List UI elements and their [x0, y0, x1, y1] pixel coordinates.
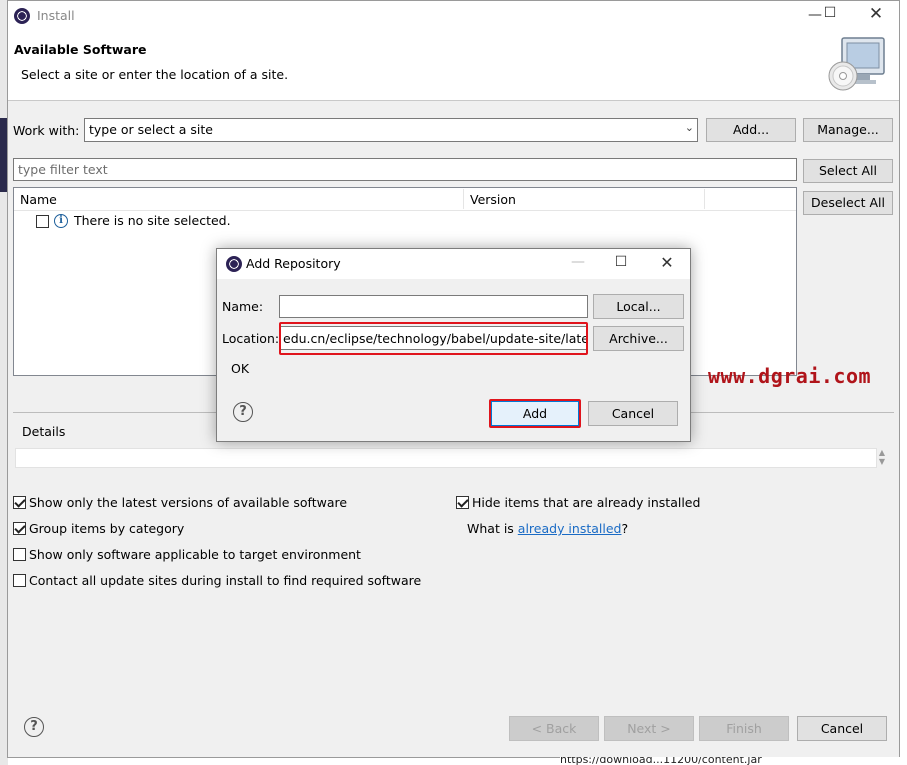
- column-divider[interactable]: [463, 189, 464, 209]
- close-icon[interactable]: ✕: [652, 252, 682, 274]
- filter-input[interactable]: type filter text: [13, 158, 797, 181]
- show-latest-label: Show only the latest versions of availab…: [29, 495, 348, 510]
- add-site-button[interactable]: Add...: [706, 118, 796, 142]
- install-titlebar: [8, 1, 899, 31]
- dialog-title: Add Repository: [246, 256, 341, 271]
- show-applicable-checkbox[interactable]: [13, 548, 26, 561]
- show-applicable-label: Show only software applicable to target …: [29, 547, 361, 562]
- show-latest-checkbox[interactable]: [13, 496, 26, 509]
- close-icon[interactable]: ✕: [861, 3, 891, 25]
- hide-installed-checkbox[interactable]: [456, 496, 469, 509]
- location-highlight: [279, 322, 588, 355]
- cd-monitor-icon: [828, 37, 885, 91]
- column-divider[interactable]: [704, 189, 705, 209]
- manage-sites-button[interactable]: Manage...: [803, 118, 893, 142]
- next-button[interactable]: Next >: [604, 716, 694, 741]
- deselect-all-button[interactable]: Deselect All: [803, 191, 893, 215]
- details-label: Details: [22, 424, 66, 439]
- tree-row-label: There is no site selected.: [74, 213, 231, 228]
- back-button[interactable]: < Back: [509, 716, 599, 741]
- column-header-version[interactable]: Version: [470, 192, 516, 207]
- tree-header: [14, 188, 796, 211]
- details-scroll-arrows[interactable]: ▲ ▼: [876, 448, 888, 468]
- what-is-suffix: ?: [621, 521, 629, 536]
- column-header-name[interactable]: Name: [20, 192, 57, 207]
- background-window-panel: [0, 118, 7, 192]
- maximize-icon[interactable]: ☐: [606, 251, 636, 273]
- group-by-category-checkbox[interactable]: [13, 522, 26, 535]
- hide-installed-label: Hide items that are already installed: [472, 495, 701, 510]
- page-description: Select a site or enter the location of a…: [21, 67, 289, 82]
- tree-row-checkbox[interactable]: [36, 215, 49, 228]
- dialog-cancel-button[interactable]: Cancel: [588, 401, 678, 426]
- help-icon[interactable]: ?: [24, 717, 44, 737]
- add-button-highlight: [489, 399, 581, 428]
- local-button[interactable]: Local...: [593, 294, 684, 319]
- finish-button[interactable]: Finish: [699, 716, 789, 741]
- details-text-area[interactable]: [15, 448, 877, 468]
- archive-button[interactable]: Archive...: [593, 326, 684, 351]
- maximize-icon[interactable]: ☐: [815, 2, 845, 24]
- dropdown-arrow-icon[interactable]: ⌄: [685, 121, 694, 134]
- location-label: Location:: [222, 331, 280, 346]
- what-is-prefix: What is: [467, 521, 518, 536]
- eclipse-icon: [14, 8, 30, 24]
- contact-sites-checkbox[interactable]: [13, 574, 26, 587]
- select-all-button[interactable]: Select All: [803, 159, 893, 183]
- window-title: Install: [37, 8, 75, 23]
- work-with-combo[interactable]: type or select a site ⌄: [84, 118, 698, 142]
- group-by-category-label: Group items by category: [29, 521, 185, 536]
- eclipse-icon: [226, 256, 242, 272]
- work-with-combo-text: type or select a site: [89, 122, 213, 137]
- page-title: Available Software: [14, 42, 147, 57]
- work-with-label: Work with:: [13, 123, 80, 138]
- contact-sites-label: Contact all update sites during install …: [29, 573, 422, 588]
- name-field[interactable]: [279, 295, 588, 318]
- cancel-button[interactable]: Cancel: [797, 716, 887, 741]
- name-label: Name:: [222, 299, 264, 314]
- watermark: www.dgrai.com: [708, 364, 872, 388]
- what-is-installed-text: What is already installed?: [467, 521, 628, 536]
- dialog-status-text: OK: [231, 361, 250, 376]
- info-icon: i: [54, 214, 68, 228]
- already-installed-link[interactable]: already installed: [518, 521, 622, 536]
- status-bar-text: https://download...11200/content.jar: [560, 757, 907, 765]
- help-icon[interactable]: ?: [233, 402, 253, 422]
- minimize-icon: —: [571, 254, 585, 270]
